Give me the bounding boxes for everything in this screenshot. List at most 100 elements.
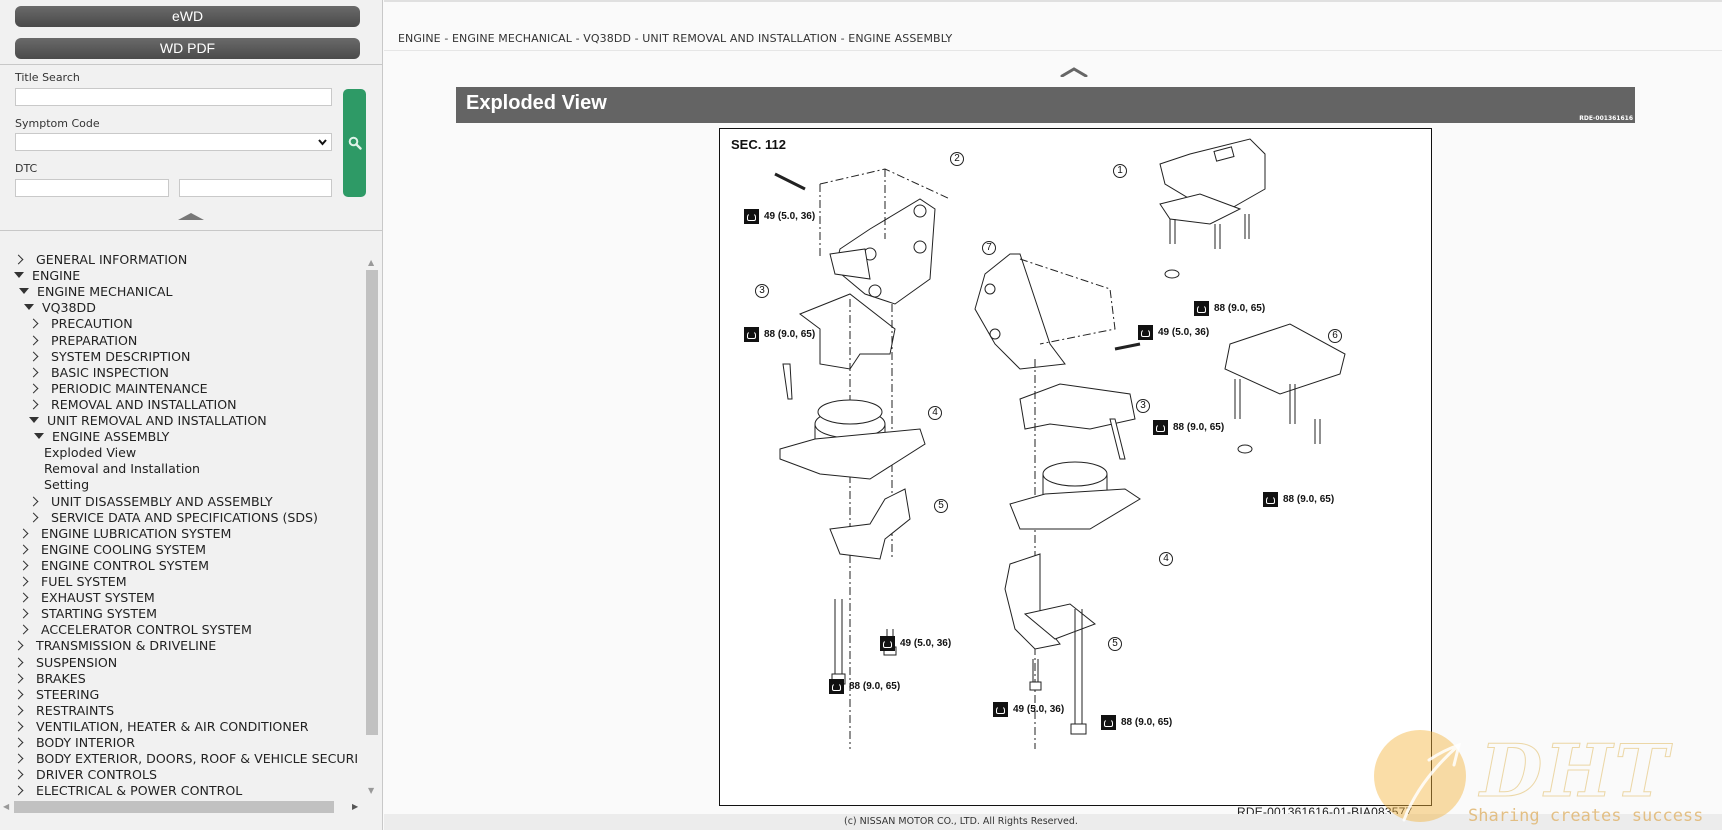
tree-item[interactable]: DRIVER CONTROLS bbox=[13, 767, 157, 783]
expanded-triangle-icon[interactable] bbox=[29, 417, 39, 423]
scrollbar-thumb[interactable] bbox=[366, 270, 378, 735]
title-search-label: Title Search bbox=[15, 71, 80, 84]
wd-pdf-button[interactable]: WD PDF bbox=[15, 38, 360, 59]
dtc-to-input[interactable] bbox=[179, 179, 332, 197]
tree-item[interactable]: ACCELERATOR CONTROL SYSTEM bbox=[18, 622, 252, 638]
chevron-right-icon[interactable] bbox=[13, 737, 24, 748]
tree-item-label: STEERING bbox=[36, 686, 100, 702]
tree-item[interactable]: ENGINE bbox=[14, 268, 80, 284]
tree-item[interactable]: BODY INTERIOR bbox=[13, 735, 135, 751]
torque-value: 49 (5.0, 36) bbox=[900, 638, 952, 650]
expanded-triangle-icon[interactable] bbox=[34, 433, 44, 440]
chevron-right-icon[interactable] bbox=[18, 544, 29, 555]
chevron-right-icon[interactable] bbox=[13, 657, 24, 667]
torque-spec: 88 (9.0, 65) bbox=[1263, 492, 1334, 507]
chevron-right-icon[interactable] bbox=[28, 496, 39, 506]
tree-item[interactable]: RESTRAINTS bbox=[13, 703, 114, 719]
tree-item[interactable]: UNIT REMOVAL AND INSTALLATION bbox=[29, 413, 267, 429]
expanded-triangle-icon[interactable] bbox=[19, 288, 29, 295]
tree-item[interactable]: VENTILATION, HEATER & AIR CONDITIONER bbox=[13, 719, 308, 735]
tree-item-label: SERVICE DATA AND SPECIFICATIONS (SDS) bbox=[51, 509, 318, 525]
divider bbox=[0, 230, 383, 231]
chevron-right-icon[interactable] bbox=[13, 769, 24, 780]
chevron-right-icon[interactable] bbox=[18, 624, 29, 635]
tree-item[interactable]: UNIT DISASSEMBLY AND ASSEMBLY bbox=[28, 494, 273, 510]
chevron-right-icon[interactable] bbox=[18, 576, 29, 587]
scroll-to-top-chevron-icon[interactable] bbox=[1060, 67, 1088, 77]
scrollbar-thumb[interactable] bbox=[14, 801, 334, 813]
chevron-right-icon[interactable] bbox=[28, 399, 39, 410]
tree-item[interactable]: PERIODIC MAINTENANCE bbox=[28, 380, 208, 397]
chevron-right-icon[interactable] bbox=[28, 367, 39, 378]
tree-item[interactable]: Exploded View bbox=[44, 445, 136, 461]
torque-spec: 49 (5.0, 36) bbox=[744, 209, 815, 224]
tree-item[interactable]: VQ38DD bbox=[24, 300, 96, 316]
tree-item[interactable]: REMOVAL AND INSTALLATION bbox=[28, 397, 237, 413]
tree-horizontal-scrollbar[interactable]: ◀ ▶ bbox=[0, 800, 365, 814]
scroll-right-arrow-icon[interactable]: ▶ bbox=[352, 802, 358, 811]
tree-item[interactable]: ENGINE COOLING SYSTEM bbox=[18, 542, 206, 558]
scroll-down-arrow-icon[interactable]: ▼ bbox=[368, 786, 374, 795]
chevron-right-icon[interactable] bbox=[13, 785, 24, 796]
tree-item-label: PERIODIC MAINTENANCE bbox=[51, 380, 208, 396]
chevron-right-icon[interactable] bbox=[18, 528, 29, 539]
tree-item-label: ENGINE LUBRICATION SYSTEM bbox=[41, 525, 232, 541]
tree-vertical-scrollbar[interactable]: ▲ ▼ bbox=[365, 258, 379, 808]
tree-item[interactable]: EXHAUST SYSTEM bbox=[18, 590, 155, 606]
chevron-right-icon[interactable] bbox=[13, 705, 24, 716]
search-button[interactable] bbox=[343, 89, 366, 197]
part-callout-7: 7 bbox=[982, 241, 996, 255]
tree-item[interactable]: ENGINE CONTROL SYSTEM bbox=[18, 558, 209, 574]
chevron-right-icon[interactable] bbox=[28, 383, 39, 394]
chevron-right-icon[interactable] bbox=[13, 689, 24, 700]
chevron-right-icon[interactable] bbox=[13, 640, 24, 651]
tree-item[interactable]: SERVICE DATA AND SPECIFICATIONS (SDS) bbox=[28, 509, 318, 526]
chevron-right-icon[interactable] bbox=[18, 592, 29, 603]
expanded-triangle-icon[interactable] bbox=[14, 272, 24, 279]
tree-item[interactable]: ELECTRICAL & POWER CONTROL bbox=[13, 783, 242, 799]
scroll-left-arrow-icon[interactable]: ◀ bbox=[3, 802, 9, 811]
scroll-up-arrow-icon[interactable]: ▲ bbox=[368, 258, 374, 267]
torque-spec: 88 (9.0, 65) bbox=[1194, 301, 1265, 316]
tree-item[interactable]: ENGINE ASSEMBLY bbox=[34, 429, 169, 445]
torque-value: 88 (9.0, 65) bbox=[849, 681, 901, 693]
tree-item[interactable]: Setting bbox=[44, 477, 89, 493]
section-number: SEC. 112 bbox=[731, 137, 786, 152]
tree-item[interactable]: FUEL SYSTEM bbox=[18, 574, 127, 590]
chevron-right-icon[interactable] bbox=[28, 351, 39, 362]
tree-item[interactable]: PREPARATION bbox=[28, 333, 137, 349]
tree-item[interactable]: TRANSMISSION & DRIVELINE bbox=[13, 638, 216, 654]
chevron-right-icon[interactable] bbox=[13, 254, 24, 265]
tree-item-label: BRAKES bbox=[36, 670, 86, 686]
chevron-right-icon[interactable] bbox=[28, 335, 39, 345]
chevron-right-icon[interactable] bbox=[18, 608, 29, 619]
collapse-search-arrow-icon[interactable] bbox=[178, 213, 204, 220]
tree-item[interactable]: STARTING SYSTEM bbox=[18, 606, 157, 622]
chevron-right-icon[interactable] bbox=[13, 673, 24, 684]
chevron-right-icon[interactable] bbox=[13, 721, 24, 732]
tree-item[interactable]: SYSTEM DESCRIPTION bbox=[28, 349, 190, 365]
tree-item[interactable]: SUSPENSION bbox=[13, 655, 117, 671]
chevron-right-icon[interactable] bbox=[28, 512, 39, 523]
tightening-torque-icon bbox=[880, 636, 895, 651]
tree-item[interactable]: GENERAL INFORMATION bbox=[13, 252, 187, 268]
tree-item[interactable]: STEERING bbox=[13, 686, 100, 703]
expanded-triangle-icon[interactable] bbox=[24, 304, 34, 311]
symptom-code-select[interactable] bbox=[15, 133, 332, 151]
divider bbox=[384, 50, 1722, 51]
tree-item[interactable]: ENGINE MECHANICAL bbox=[19, 284, 173, 300]
chevron-right-icon[interactable] bbox=[28, 318, 39, 329]
tree-item[interactable]: BRAKES bbox=[13, 670, 86, 687]
part-callout-1: 1 bbox=[1113, 164, 1127, 178]
chevron-right-icon[interactable] bbox=[13, 753, 24, 764]
chevron-right-icon[interactable] bbox=[18, 560, 29, 571]
dtc-from-input[interactable] bbox=[15, 179, 169, 197]
tree-item[interactable]: BODY EXTERIOR, DOORS, ROOF & VEHICLE SEC… bbox=[13, 751, 358, 767]
title-search-input[interactable] bbox=[15, 88, 332, 106]
tree-item[interactable]: PRECAUTION bbox=[28, 316, 133, 332]
app-root: eWD WD PDF Title Search Symptom Code DTC… bbox=[0, 0, 1722, 830]
tree-item[interactable]: BASIC INSPECTION bbox=[28, 365, 169, 381]
ewd-button[interactable]: eWD bbox=[15, 6, 360, 27]
tree-item[interactable]: ENGINE LUBRICATION SYSTEM bbox=[18, 525, 232, 542]
tree-item[interactable]: Removal and Installation bbox=[44, 461, 200, 477]
